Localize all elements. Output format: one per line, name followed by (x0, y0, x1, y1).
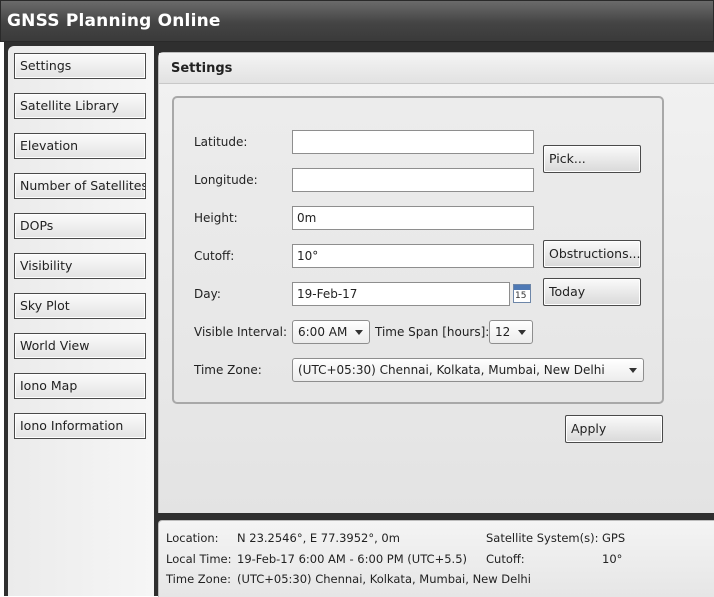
chevron-down-icon (629, 368, 637, 373)
cutoff-input[interactable] (292, 244, 534, 268)
status-time-zone-label: Time Zone: (166, 572, 231, 586)
apply-button[interactable]: Apply (565, 415, 663, 443)
settings-title: Settings (171, 61, 233, 76)
nav-visibility-button[interactable]: Visibility (14, 253, 146, 279)
time-zone-label: Time Zone: (194, 363, 262, 377)
status-cutoff-value: 10° (602, 552, 623, 566)
nav-world-view-button[interactable]: World View (14, 333, 146, 359)
status-panel: Location: N 23.2546°, E 77.3952°, 0m Sat… (158, 520, 714, 597)
nav-iono-information-button[interactable]: Iono Information (14, 413, 146, 439)
day-input[interactable] (292, 282, 510, 306)
nav-elevation-button[interactable]: Elevation (14, 133, 146, 159)
time-span-label: Time Span [hours]: (375, 325, 490, 339)
today-button[interactable]: Today (543, 278, 641, 306)
time-span-value: 12 (495, 325, 511, 339)
status-satellite-system-label: Satellite System(s): (486, 531, 599, 545)
settings-groupbox: Latitude: Pick... Longitude: Height: Cut… (172, 96, 664, 404)
status-location-label: Location: (166, 531, 219, 545)
nav-panel (8, 46, 154, 596)
time-span-select[interactable]: 12 (489, 320, 533, 344)
time-zone-select[interactable]: (UTC+05:30) Chennai, Kolkata, Mumbai, Ne… (292, 358, 644, 382)
cutoff-label: Cutoff: (194, 249, 235, 263)
latitude-input[interactable] (292, 130, 534, 154)
settings-header: Settings (159, 53, 714, 84)
status-local-time-value: 19-Feb-17 6:00 AM - 6:00 PM (UTC+5.5) (237, 552, 467, 566)
height-label: Height: (194, 211, 238, 225)
latitude-label: Latitude: (194, 135, 248, 149)
time-zone-value: (UTC+05:30) Chennai, Kolkata, Mumbai, Ne… (298, 363, 605, 377)
calendar-day-number: 15 (515, 291, 527, 301)
nav-satellite-library-button[interactable]: Satellite Library (14, 93, 146, 119)
nav-iono-map-button[interactable]: Iono Map (14, 373, 146, 399)
visible-interval-select[interactable]: 6:00 AM (292, 320, 370, 344)
chevron-down-icon (355, 330, 363, 335)
chevron-down-icon (518, 330, 526, 335)
status-location-value: N 23.2546°, E 77.3952°, 0m (237, 531, 400, 545)
nav-settings-button[interactable]: Settings (14, 53, 146, 79)
settings-panel: Settings Latitude: Pick... Longitude: He… (158, 52, 714, 513)
longitude-input[interactable] (292, 168, 534, 192)
nav-dops-button[interactable]: DOPs (14, 213, 146, 239)
pick-button[interactable]: Pick... (543, 145, 641, 173)
status-local-time-label: Local Time: (166, 552, 232, 566)
nav-sky-plot-button[interactable]: Sky Plot (14, 293, 146, 319)
status-cutoff-label: Cutoff: (486, 552, 525, 566)
calendar-icon[interactable]: 15 (513, 284, 531, 303)
height-input[interactable] (292, 206, 534, 230)
app-title: GNSS Planning Online (7, 11, 221, 31)
obstructions-button[interactable]: Obstructions... (543, 240, 641, 268)
title-bar: GNSS Planning Online (0, 0, 714, 42)
nav-number-of-satellites-button[interactable]: Number of Satellites (14, 173, 146, 199)
longitude-label: Longitude: (194, 173, 258, 187)
day-label: Day: (194, 287, 221, 301)
status-satellite-system-value: GPS (602, 531, 626, 545)
status-time-zone-value: (UTC+05:30) Chennai, Kolkata, Mumbai, Ne… (237, 572, 531, 586)
visible-interval-value: 6:00 AM (298, 325, 348, 339)
visible-interval-label: Visible Interval: (194, 325, 288, 339)
